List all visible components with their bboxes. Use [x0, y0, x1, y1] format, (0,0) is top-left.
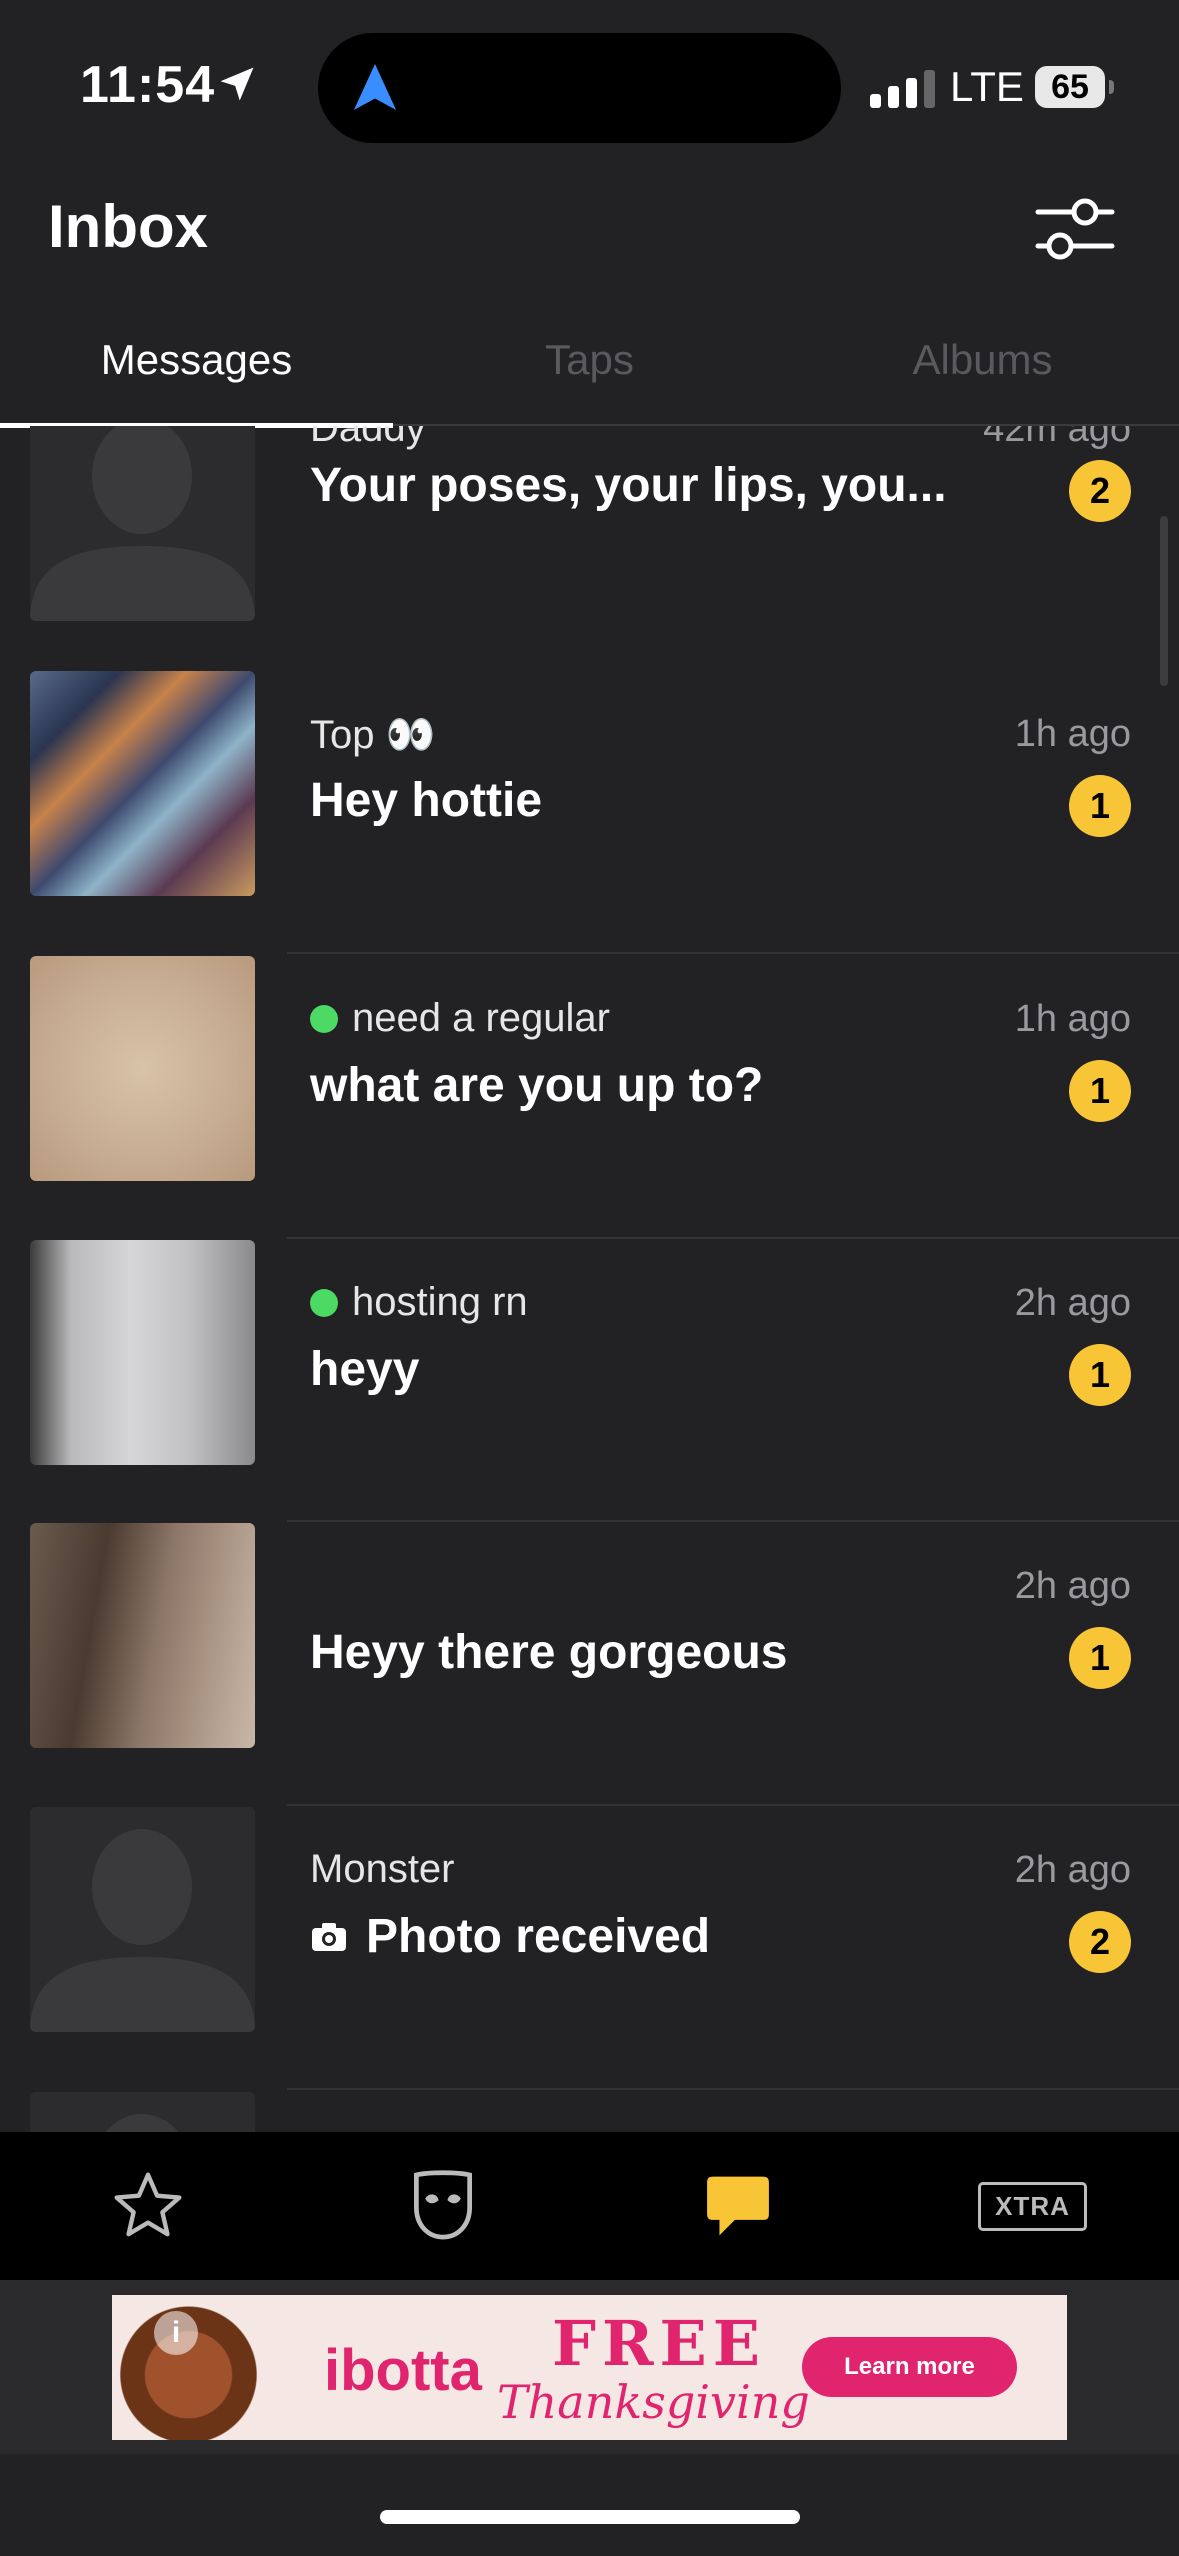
- ad-subline: Thanksgiving: [497, 2375, 810, 2429]
- conversation-row[interactable]: [0, 2090, 1179, 2132]
- unread-badge: 1: [1069, 1060, 1131, 1122]
- conversation-row[interactable]: hosting rn heyy 2h ago 1: [0, 1238, 1179, 1522]
- profile-photo: [30, 1240, 255, 1465]
- navigation-arrow-icon: [353, 64, 397, 110]
- conversation-name: Top 👀: [310, 713, 436, 757]
- status-bar: 11:54 LTE 65: [0, 0, 1179, 170]
- conversation-preview: Hey hottie: [310, 774, 543, 827]
- bottom-nav: XTRA: [0, 2132, 1179, 2280]
- home-indicator[interactable]: [380, 2510, 800, 2524]
- ad-banner[interactable]: i ibotta FREE Thanksgiving Learn more: [112, 2295, 1067, 2440]
- tab-messages[interactable]: Messages: [0, 320, 393, 428]
- ad-brand: ibotta: [324, 2338, 482, 2403]
- scrollbar[interactable]: [1160, 516, 1168, 686]
- avatar: [30, 2092, 255, 2132]
- default-avatar-icon: [30, 1807, 255, 2032]
- battery-icon: 65: [1035, 66, 1114, 108]
- conversation-preview: Your poses, your lips, you...: [310, 459, 947, 512]
- avatar: [30, 426, 255, 621]
- conversation-name-text: need a regular: [352, 996, 610, 1040]
- conversation-time: 2h ago: [1014, 1565, 1131, 1607]
- xtra-icon: XTRA: [978, 2181, 1087, 2231]
- profile-photo: [30, 671, 255, 896]
- conversation-row[interactable]: Monster Photo received 2h ago 2: [0, 1805, 1179, 2090]
- nav-browse[interactable]: [295, 2132, 590, 2280]
- nav-favorites[interactable]: [0, 2132, 295, 2280]
- online-indicator: [310, 1004, 338, 1033]
- conversation-time: 2h ago: [1014, 1849, 1131, 1891]
- unread-badge: 2: [1069, 460, 1131, 522]
- default-avatar-icon: [30, 2092, 255, 2132]
- online-indicator: [310, 1288, 338, 1317]
- conversation-row[interactable]: Daddy Your poses, your lips, you... 42m …: [0, 426, 1179, 680]
- conversation-time: 2h ago: [1014, 1282, 1131, 1324]
- conversation-name: need a regular: [310, 996, 610, 1041]
- conversation-name: Monster: [310, 1847, 455, 1891]
- nav-inbox[interactable]: [590, 2132, 885, 2280]
- conversation-name: hosting rn: [310, 1280, 528, 1325]
- conversation-preview: heyy: [310, 1343, 420, 1396]
- avatar: [30, 1807, 255, 2032]
- filter-icon[interactable]: [1030, 190, 1120, 270]
- unread-badge: 1: [1069, 775, 1131, 837]
- tab-taps[interactable]: Taps: [393, 320, 786, 424]
- default-avatar-icon: [30, 426, 255, 621]
- camera-icon: [312, 1922, 346, 1951]
- ad-learn-more-button[interactable]: Learn more: [802, 2337, 1017, 2397]
- conversation-name: Daddy: [310, 426, 426, 450]
- conversation-row[interactable]: Heyy there gorgeous 2h ago 1: [0, 1521, 1179, 1806]
- ad-food-image: [112, 2295, 282, 2440]
- nav-xtra[interactable]: XTRA: [885, 2132, 1179, 2280]
- clock: 11:54: [80, 56, 216, 114]
- star-icon: [114, 2172, 181, 2237]
- conversation-preview: Photo received: [310, 1909, 710, 1964]
- conversation-row[interactable]: need a regular what are you up to? 1h ag…: [0, 954, 1179, 1239]
- unread-badge: 2: [1069, 1911, 1131, 1973]
- unread-badge: 1: [1069, 1344, 1131, 1406]
- conversation-preview-text: Photo received: [366, 1910, 711, 1963]
- ad-banner-container: i ibotta FREE Thanksgiving Learn more: [0, 2280, 1179, 2454]
- profile-photo: [30, 1523, 255, 1748]
- location-arrow-icon: [220, 67, 254, 101]
- unread-badge: 1: [1069, 1627, 1131, 1689]
- inbox-tabs: Messages Taps Albums: [0, 320, 1179, 428]
- chat-icon: [706, 2176, 769, 2236]
- conversation-name-text: hosting rn: [352, 1280, 528, 1324]
- page-title: Inbox: [48, 193, 208, 260]
- ad-headline: FREE: [552, 2307, 767, 2380]
- network-type: LTE: [950, 63, 1024, 110]
- conversation-time: 42m ago: [983, 426, 1131, 450]
- mask-icon: [413, 2170, 472, 2240]
- cellular-signal-icon: [870, 68, 935, 108]
- conversation-time: 1h ago: [1014, 998, 1131, 1040]
- conversation-preview: what are you up to?: [310, 1059, 764, 1112]
- conversation-row[interactable]: Top 👀 Hey hottie 1h ago 1: [0, 671, 1179, 955]
- tab-albums[interactable]: Albums: [786, 320, 1179, 424]
- ad-info-icon[interactable]: i: [154, 2311, 198, 2355]
- profile-photo: [30, 956, 255, 1181]
- conversation-list[interactable]: Daddy Your poses, your lips, you... 42m …: [0, 426, 1179, 2132]
- conversation-time: 1h ago: [1014, 713, 1131, 755]
- conversation-preview: Heyy there gorgeous: [310, 1626, 788, 1679]
